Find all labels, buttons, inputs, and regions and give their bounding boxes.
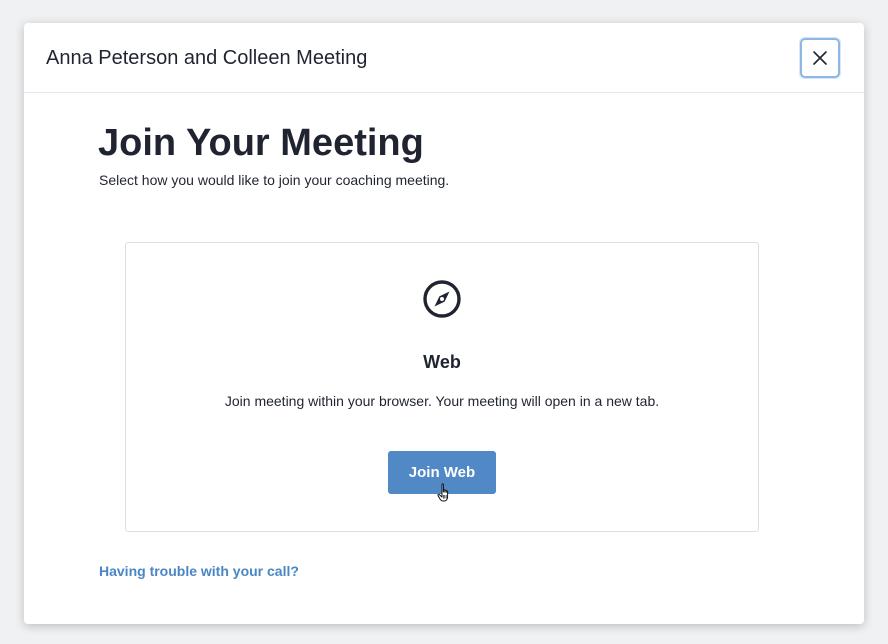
- page-subheading: Select how you would like to join your c…: [99, 172, 450, 188]
- page-heading: Join Your Meeting: [98, 122, 424, 164]
- card-description: Join meeting within your browser. Your m…: [224, 393, 660, 409]
- join-meeting-modal: Anna Peterson and Colleen Meeting Join Y…: [24, 23, 864, 624]
- card-title: Web: [423, 352, 461, 372]
- web-join-card: Web Join meeting within your browser. Yo…: [125, 242, 759, 532]
- close-button[interactable]: [800, 38, 840, 78]
- modal-title: Anna Peterson and Colleen Meeting: [46, 47, 368, 69]
- join-web-button[interactable]: Join Web: [388, 451, 496, 494]
- close-icon: [813, 51, 827, 65]
- trouble-help-link[interactable]: Having trouble with your call?: [99, 562, 299, 580]
- compass-icon: [423, 280, 461, 318]
- modal-header: Anna Peterson and Colleen Meeting: [24, 23, 864, 93]
